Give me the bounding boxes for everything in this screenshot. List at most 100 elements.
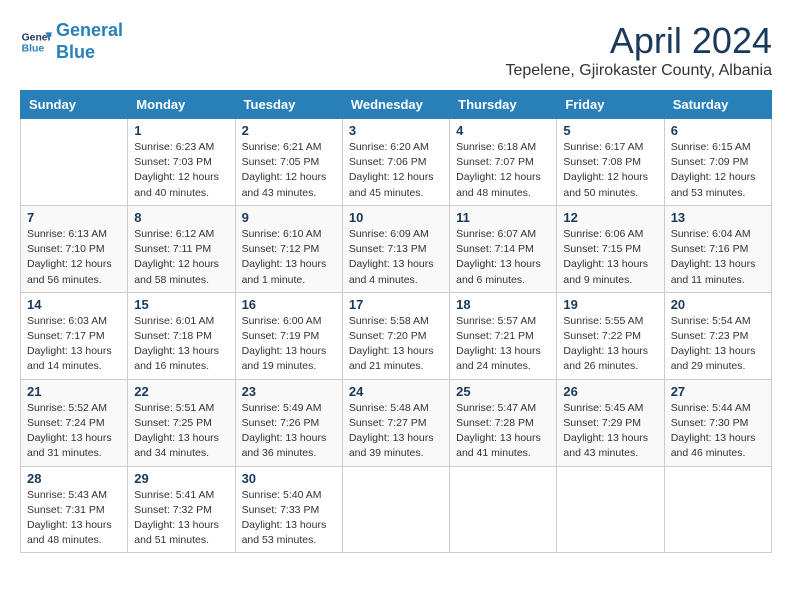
day-number: 16: [242, 297, 336, 312]
day-number: 24: [349, 384, 443, 399]
day-number: 17: [349, 297, 443, 312]
day-number: 10: [349, 210, 443, 225]
page-header: General Blue General Blue April 2024 Tep…: [20, 20, 772, 80]
logo: General Blue General Blue: [20, 20, 123, 63]
day-number: 20: [671, 297, 765, 312]
day-info: Sunrise: 5:45 AMSunset: 7:29 PMDaylight:…: [563, 401, 657, 462]
day-info: Sunrise: 5:58 AMSunset: 7:20 PMDaylight:…: [349, 314, 443, 375]
title-block: April 2024 Tepelene, Gjirokaster County,…: [505, 20, 772, 80]
day-info: Sunrise: 5:44 AMSunset: 7:30 PMDaylight:…: [671, 401, 765, 462]
calendar-cell: 26Sunrise: 5:45 AMSunset: 7:29 PMDayligh…: [557, 379, 664, 466]
calendar-cell: 8Sunrise: 6:12 AMSunset: 7:11 PMDaylight…: [128, 205, 235, 292]
calendar-body: 1 Sunrise: 6:23 AMSunset: 7:03 PMDaylight…: [21, 119, 772, 553]
day-info: Sunrise: 6:00 AMSunset: 7:19 PMDaylight:…: [242, 314, 336, 375]
day-info: Sunrise: 5:48 AMSunset: 7:27 PMDaylight:…: [349, 401, 443, 462]
day-number: 14: [27, 297, 121, 312]
calendar-cell: 19 Sunrise: 5:55 AMSunset: 7:22 PMDayligh…: [557, 292, 664, 379]
day-info: Sunrise: 6:17 AMSunset: 7:08 PMDaylight:…: [563, 140, 657, 201]
calendar-cell: 5 Sunrise: 6:17 AMSunset: 7:08 PMDaylight…: [557, 119, 664, 206]
calendar-cell: 28Sunrise: 5:43 AMSunset: 7:31 PMDayligh…: [21, 466, 128, 553]
day-info: Sunrise: 5:41 AMSunset: 7:32 PMDaylight:…: [134, 488, 228, 549]
calendar-cell: [21, 119, 128, 206]
day-info: Sunrise: 6:20 AMSunset: 7:06 PMDaylight:…: [349, 140, 443, 201]
day-number: 29: [134, 471, 228, 486]
day-number: 19: [563, 297, 657, 312]
day-info: Sunrise: 5:51 AMSunset: 7:25 PMDaylight:…: [134, 401, 228, 462]
day-info: Sunrise: 5:43 AMSunset: 7:31 PMDaylight:…: [27, 488, 121, 549]
day-info: Sunrise: 6:07 AMSunset: 7:14 PMDaylight:…: [456, 227, 550, 288]
day-info: Sunrise: 6:10 AMSunset: 7:12 PMDaylight:…: [242, 227, 336, 288]
day-info: Sunrise: 6:15 AMSunset: 7:09 PMDaylight:…: [671, 140, 765, 201]
calendar-cell: 13 Sunrise: 6:04 AMSunset: 7:16 PMDayligh…: [664, 205, 771, 292]
logo-icon: General Blue: [20, 26, 52, 58]
day-number: 3: [349, 123, 443, 138]
weekday-saturday: Saturday: [664, 91, 771, 119]
day-number: 9: [242, 210, 336, 225]
calendar-cell: 30 Sunrise: 5:40 AMSunset: 7:33 PMDayligh…: [235, 466, 342, 553]
svg-text:Blue: Blue: [22, 43, 45, 54]
day-number: 6: [671, 123, 765, 138]
calendar-cell: 4 Sunrise: 6:18 AMSunset: 7:07 PMDaylight…: [450, 119, 557, 206]
calendar-cell: 6 Sunrise: 6:15 AMSunset: 7:09 PMDaylight…: [664, 119, 771, 206]
calendar-cell: 17 Sunrise: 5:58 AMSunset: 7:20 PMDayligh…: [342, 292, 449, 379]
calendar-cell: 2Sunrise: 6:21 AMSunset: 7:05 PMDaylight…: [235, 119, 342, 206]
calendar-week-5: 28Sunrise: 5:43 AMSunset: 7:31 PMDayligh…: [21, 466, 772, 553]
day-info: Sunrise: 5:47 AMSunset: 7:28 PMDaylight:…: [456, 401, 550, 462]
calendar-cell: 16 Sunrise: 6:00 AMSunset: 7:19 PMDayligh…: [235, 292, 342, 379]
day-info: Sunrise: 6:18 AMSunset: 7:07 PMDaylight:…: [456, 140, 550, 201]
day-number: 15: [134, 297, 228, 312]
calendar-cell: [557, 466, 664, 553]
weekday-friday: Friday: [557, 91, 664, 119]
day-number: 1: [134, 123, 228, 138]
day-info: Sunrise: 6:13 AMSunset: 7:10 PMDaylight:…: [27, 227, 121, 288]
day-info: Sunrise: 6:09 AMSunset: 7:13 PMDaylight:…: [349, 227, 443, 288]
calendar-cell: [664, 466, 771, 553]
calendar-cell: 9 Sunrise: 6:10 AMSunset: 7:12 PMDaylight…: [235, 205, 342, 292]
calendar-cell: [450, 466, 557, 553]
location-subtitle: Tepelene, Gjirokaster County, Albania: [505, 62, 772, 80]
calendar-week-4: 21Sunrise: 5:52 AMSunset: 7:24 PMDayligh…: [21, 379, 772, 466]
day-number: 5: [563, 123, 657, 138]
weekday-wednesday: Wednesday: [342, 91, 449, 119]
weekday-header-row: SundayMondayTuesdayWednesdayThursdayFrid…: [21, 91, 772, 119]
calendar-cell: 7Sunrise: 6:13 AMSunset: 7:10 PMDaylight…: [21, 205, 128, 292]
calendar-cell: 12Sunrise: 6:06 AMSunset: 7:15 PMDayligh…: [557, 205, 664, 292]
weekday-sunday: Sunday: [21, 91, 128, 119]
day-info: Sunrise: 6:23 AMSunset: 7:03 PMDaylight:…: [134, 140, 228, 201]
calendar-cell: 23Sunrise: 5:49 AMSunset: 7:26 PMDayligh…: [235, 379, 342, 466]
calendar-cell: 10 Sunrise: 6:09 AMSunset: 7:13 PMDayligh…: [342, 205, 449, 292]
calendar-cell: 11 Sunrise: 6:07 AMSunset: 7:14 PMDayligh…: [450, 205, 557, 292]
calendar-cell: 24 Sunrise: 5:48 AMSunset: 7:27 PMDayligh…: [342, 379, 449, 466]
day-number: 4: [456, 123, 550, 138]
calendar-week-3: 14 Sunrise: 6:03 AMSunset: 7:17 PMDayligh…: [21, 292, 772, 379]
calendar-cell: 14 Sunrise: 6:03 AMSunset: 7:17 PMDayligh…: [21, 292, 128, 379]
day-info: Sunrise: 5:49 AMSunset: 7:26 PMDaylight:…: [242, 401, 336, 462]
day-info: Sunrise: 6:06 AMSunset: 7:15 PMDaylight:…: [563, 227, 657, 288]
day-info: Sunrise: 5:54 AMSunset: 7:23 PMDaylight:…: [671, 314, 765, 375]
day-info: Sunrise: 5:52 AMSunset: 7:24 PMDaylight:…: [27, 401, 121, 462]
weekday-monday: Monday: [128, 91, 235, 119]
day-number: 13: [671, 210, 765, 225]
calendar-cell: 25Sunrise: 5:47 AMSunset: 7:28 PMDayligh…: [450, 379, 557, 466]
day-number: 11: [456, 210, 550, 225]
logo-line1: General: [56, 20, 123, 40]
day-info: Sunrise: 5:55 AMSunset: 7:22 PMDaylight:…: [563, 314, 657, 375]
weekday-tuesday: Tuesday: [235, 91, 342, 119]
day-info: Sunrise: 5:40 AMSunset: 7:33 PMDaylight:…: [242, 488, 336, 549]
day-info: Sunrise: 6:04 AMSunset: 7:16 PMDaylight:…: [671, 227, 765, 288]
calendar-cell: 3 Sunrise: 6:20 AMSunset: 7:06 PMDaylight…: [342, 119, 449, 206]
calendar-cell: 22 Sunrise: 5:51 AMSunset: 7:25 PMDayligh…: [128, 379, 235, 466]
logo-text: General Blue: [56, 20, 123, 63]
logo-line2: Blue: [56, 42, 95, 62]
calendar-cell: [342, 466, 449, 553]
day-info: Sunrise: 6:03 AMSunset: 7:17 PMDaylight:…: [27, 314, 121, 375]
weekday-thursday: Thursday: [450, 91, 557, 119]
calendar-cell: 20 Sunrise: 5:54 AMSunset: 7:23 PMDayligh…: [664, 292, 771, 379]
day-number: 22: [134, 384, 228, 399]
calendar-week-2: 7Sunrise: 6:13 AMSunset: 7:10 PMDaylight…: [21, 205, 772, 292]
day-number: 30: [242, 471, 336, 486]
day-info: Sunrise: 5:57 AMSunset: 7:21 PMDaylight:…: [456, 314, 550, 375]
day-number: 18: [456, 297, 550, 312]
calendar-cell: 29 Sunrise: 5:41 AMSunset: 7:32 PMDayligh…: [128, 466, 235, 553]
day-number: 2: [242, 123, 336, 138]
